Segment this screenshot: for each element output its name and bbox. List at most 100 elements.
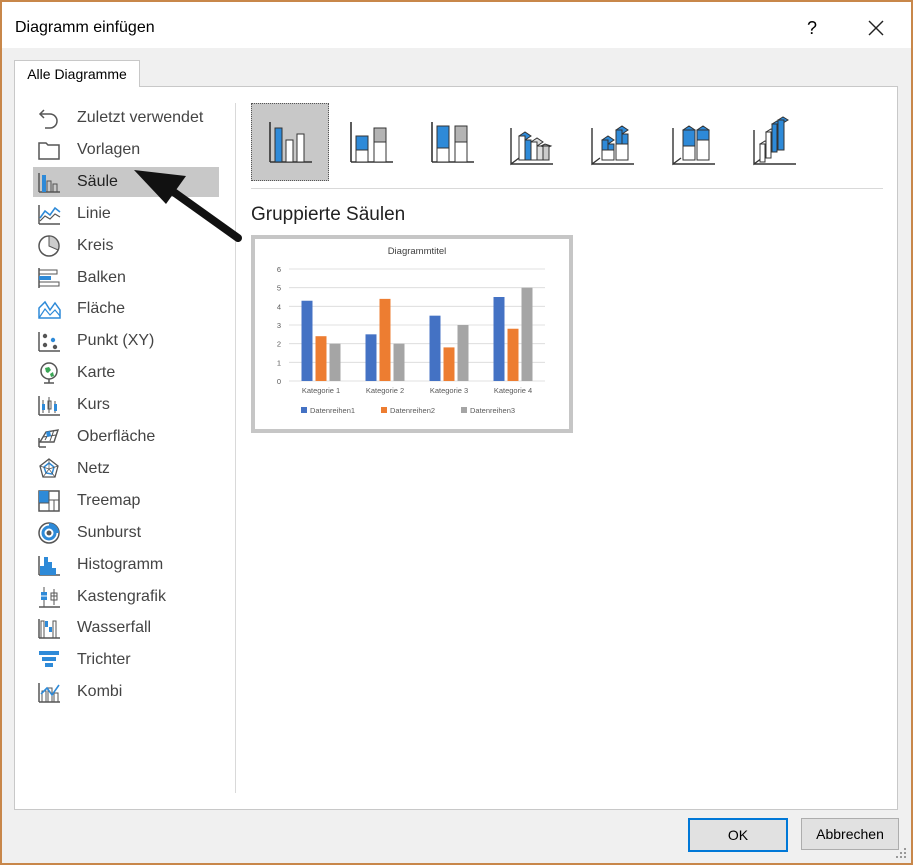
x-tick-label: Kategorie 3 bbox=[430, 386, 468, 395]
subtype-option[interactable] bbox=[656, 103, 734, 181]
chart-bar bbox=[493, 297, 505, 381]
sunburst-icon bbox=[35, 520, 63, 546]
ok-button[interactable]: OK bbox=[688, 818, 788, 852]
category-item[interactable]: Oberfläche bbox=[33, 422, 219, 452]
category-item[interactable]: Kastengrafik bbox=[33, 582, 219, 612]
title-bar: Diagramm einfügen ? bbox=[2, 2, 911, 48]
y-tick-label: 3 bbox=[277, 321, 281, 330]
dialog-footer: OK Abbrechen bbox=[2, 810, 911, 863]
close-icon bbox=[868, 20, 884, 36]
legend-label: Datenreihen3 bbox=[470, 406, 515, 415]
y-tick-label: 4 bbox=[277, 302, 281, 311]
category-item[interactable]: Linie bbox=[33, 199, 219, 229]
subtype-option[interactable] bbox=[251, 103, 329, 181]
tab-all-charts[interactable]: Alle Diagramme bbox=[14, 60, 140, 87]
category-item[interactable]: Kreis bbox=[33, 231, 219, 261]
insert-chart-dialog: Diagramm einfügen ? Alle Diagramme Zulet… bbox=[0, 0, 913, 865]
cancel-button[interactable]: Abbrechen bbox=[801, 818, 899, 850]
subtype-option[interactable] bbox=[494, 103, 572, 181]
x-tick-label: Kategorie 2 bbox=[366, 386, 404, 395]
radar-chart-icon bbox=[35, 456, 63, 482]
category-label: Karte bbox=[77, 364, 116, 382]
3d-column-icon bbox=[753, 116, 796, 166]
category-item[interactable]: Treemap bbox=[33, 486, 219, 516]
category-label: Kurs bbox=[77, 396, 110, 414]
box-whisker-icon bbox=[35, 584, 63, 610]
category-item[interactable]: Histogramm bbox=[33, 550, 219, 580]
tab-content: Zuletzt verwendet Vorlagen Säule Linie Kreis… bbox=[14, 86, 898, 810]
category-item[interactable]: Fläche bbox=[33, 294, 219, 324]
chart-subtype-bar bbox=[251, 103, 891, 183]
category-label: Kombi bbox=[77, 683, 123, 701]
category-item[interactable]: Balken bbox=[33, 263, 219, 293]
funnel-icon bbox=[35, 647, 63, 673]
scatter-chart-icon bbox=[35, 328, 63, 354]
category-item[interactable]: Netz bbox=[33, 454, 219, 484]
category-label: Wasserfall bbox=[77, 619, 152, 637]
category-item[interactable]: Karte bbox=[33, 358, 219, 388]
y-tick-label: 2 bbox=[277, 340, 281, 349]
subtype-option[interactable] bbox=[332, 103, 410, 181]
category-item[interactable]: Säule bbox=[33, 166, 219, 197]
category-item[interactable]: Kombi bbox=[33, 677, 219, 707]
chart-bar bbox=[443, 347, 455, 381]
line-chart-icon bbox=[35, 201, 63, 227]
subtype-option[interactable] bbox=[737, 103, 815, 181]
chart-bar bbox=[393, 343, 405, 381]
subtype-divider bbox=[251, 188, 883, 189]
chart-preview: Diagrammtitel 0 1 2 3 4 5 6 Kategorie 1 Kategorie… bbox=[251, 235, 573, 433]
close-button[interactable] bbox=[860, 12, 892, 44]
category-label: Treemap bbox=[77, 491, 141, 509]
recent-icon bbox=[35, 105, 63, 131]
category-label: Balken bbox=[77, 268, 126, 286]
category-label: Oberfläche bbox=[77, 428, 156, 445]
category-label: Punkt (XY) bbox=[77, 332, 155, 350]
selected-subtype-title: Gruppierte Säulen bbox=[251, 204, 406, 225]
legend-swatch bbox=[461, 407, 467, 413]
help-button[interactable]: ? bbox=[800, 14, 824, 42]
category-label: Säule bbox=[77, 172, 118, 190]
dialog-title: Diagramm einfügen bbox=[15, 19, 155, 36]
subtype-option[interactable] bbox=[413, 103, 491, 181]
category-label: Zuletzt verwendet bbox=[77, 109, 204, 126]
clustered-column-icon bbox=[269, 122, 312, 163]
category-label: Linie bbox=[77, 204, 111, 222]
category-item[interactable]: Punkt (XY) bbox=[33, 326, 219, 356]
folder-icon bbox=[35, 137, 63, 163]
category-label: Kreis bbox=[77, 236, 114, 254]
resize-grip-icon[interactable] bbox=[895, 847, 907, 859]
chart-bar bbox=[429, 315, 441, 381]
category-label: Fläche bbox=[77, 300, 126, 318]
legend-swatch bbox=[381, 407, 387, 413]
legend-label: Datenreihen1 bbox=[310, 406, 355, 415]
legend-swatch bbox=[301, 407, 307, 413]
x-tick-label: Kategorie 1 bbox=[302, 386, 340, 395]
chart-bar bbox=[521, 287, 533, 381]
category-label: Netz bbox=[77, 459, 110, 477]
chart-bar bbox=[507, 328, 519, 381]
category-item[interactable]: Sunburst bbox=[33, 518, 219, 548]
legend-label: Datenreihen2 bbox=[390, 406, 435, 415]
pane-divider bbox=[235, 103, 236, 793]
combo-chart-icon bbox=[35, 679, 63, 705]
chart-bar bbox=[457, 325, 469, 381]
category-item[interactable]: Wasserfall bbox=[33, 613, 219, 643]
category-item[interactable]: Vorlagen bbox=[33, 135, 219, 165]
treemap-icon bbox=[35, 488, 63, 514]
y-tick-label: 0 bbox=[277, 377, 281, 386]
map-chart-icon bbox=[35, 360, 63, 386]
category-item[interactable]: Zuletzt verwendet bbox=[33, 103, 219, 133]
histogram-icon bbox=[35, 552, 63, 578]
3d-stacked-100-column-icon bbox=[672, 125, 715, 166]
category-label: Vorlagen bbox=[77, 140, 141, 158]
chart-bar bbox=[315, 336, 327, 381]
subtype-option[interactable] bbox=[575, 103, 653, 181]
category-label: Sunburst bbox=[77, 523, 142, 541]
category-item[interactable]: Trichter bbox=[33, 645, 219, 675]
3d-clustered-column-icon bbox=[510, 128, 553, 166]
category-item[interactable]: Kurs bbox=[33, 390, 219, 420]
category-label: Trichter bbox=[77, 651, 131, 669]
category-label: Histogramm bbox=[77, 555, 164, 573]
3d-stacked-column-icon bbox=[591, 125, 634, 166]
column-chart-icon bbox=[35, 169, 63, 195]
